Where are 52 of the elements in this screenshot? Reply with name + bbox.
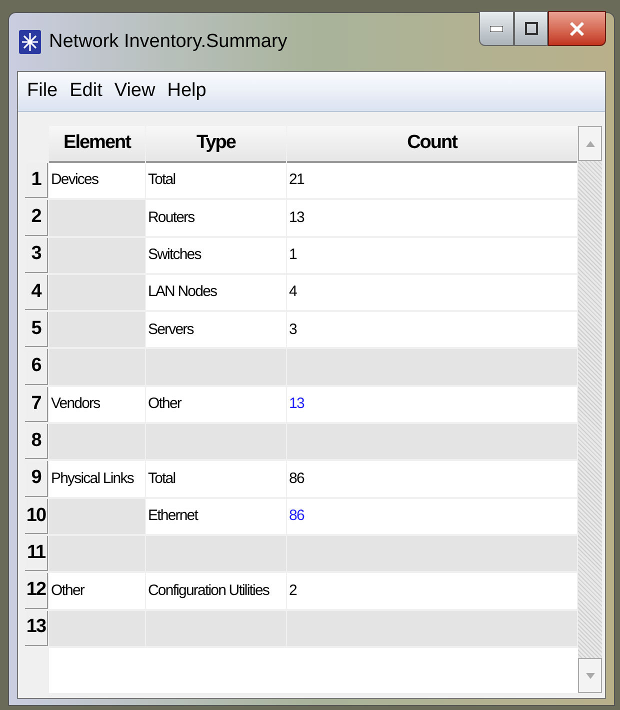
row-number[interactable]: 3 bbox=[25, 238, 48, 273]
table-cell: 3 bbox=[287, 312, 577, 348]
table-cell: Switches bbox=[146, 238, 286, 273]
table-cell: Physical Links bbox=[49, 461, 145, 497]
row-number[interactable]: 9 bbox=[25, 461, 48, 497]
menu-item[interactable]: View bbox=[109, 77, 160, 106]
minimize-button[interactable] bbox=[479, 11, 514, 46]
table-cell: Total bbox=[146, 461, 286, 497]
close-icon bbox=[569, 20, 585, 36]
menu-item[interactable]: File bbox=[22, 77, 63, 106]
row-number[interactable]: 13 bbox=[25, 610, 48, 646]
table-cell: 21 bbox=[287, 163, 577, 198]
table-cell: 4 bbox=[287, 274, 577, 310]
table-cell: Routers bbox=[146, 200, 286, 236]
app-icon bbox=[19, 30, 41, 54]
column-header[interactable]: Element bbox=[49, 126, 145, 163]
table-cell: 13 bbox=[287, 386, 577, 422]
row-number[interactable]: 8 bbox=[25, 424, 48, 460]
row-number[interactable]: 1 bbox=[25, 163, 48, 198]
row-number[interactable]: 7 bbox=[25, 386, 48, 422]
up-arrow-icon bbox=[586, 140, 594, 146]
row-number[interactable]: 2 bbox=[25, 200, 48, 236]
row-number[interactable]: 12 bbox=[25, 573, 48, 609]
column-header[interactable]: Type bbox=[146, 126, 286, 163]
table-cell: Servers bbox=[146, 312, 286, 348]
menu-item[interactable]: Help bbox=[162, 77, 212, 106]
row-number[interactable]: 10 bbox=[25, 498, 48, 534]
row-number[interactable]: 11 bbox=[25, 536, 48, 572]
table-cell: Other bbox=[49, 573, 145, 609]
table-cell: Configuration Utilities bbox=[146, 573, 286, 609]
row-number[interactable]: 6 bbox=[25, 349, 48, 385]
table-cell: 2 bbox=[287, 573, 577, 609]
close-button[interactable] bbox=[548, 11, 606, 46]
minimize-icon bbox=[490, 26, 503, 32]
table-cell: Other bbox=[146, 386, 286, 422]
table-cell: 1 bbox=[287, 238, 577, 273]
table-cell: 86 bbox=[287, 461, 577, 497]
window-title: Network Inventory.Summary bbox=[49, 30, 288, 54]
table-cell: 13 bbox=[287, 200, 577, 236]
table-cell: 86 bbox=[287, 498, 577, 534]
row-number[interactable]: 4 bbox=[25, 274, 48, 310]
menu-item[interactable]: Edit bbox=[64, 77, 108, 106]
table-cell: Vendors bbox=[49, 386, 145, 422]
table-cell: Devices bbox=[49, 163, 145, 198]
down-arrow-icon bbox=[586, 672, 594, 678]
table-cell: Ethernet bbox=[146, 498, 286, 534]
column-header[interactable]: Count bbox=[287, 126, 577, 163]
row-number[interactable]: 5 bbox=[25, 312, 48, 348]
table-cell: Total bbox=[146, 163, 286, 198]
maximize-icon bbox=[524, 22, 538, 35]
maximize-button[interactable] bbox=[514, 11, 548, 46]
table-cell: LAN Nodes bbox=[146, 274, 286, 310]
